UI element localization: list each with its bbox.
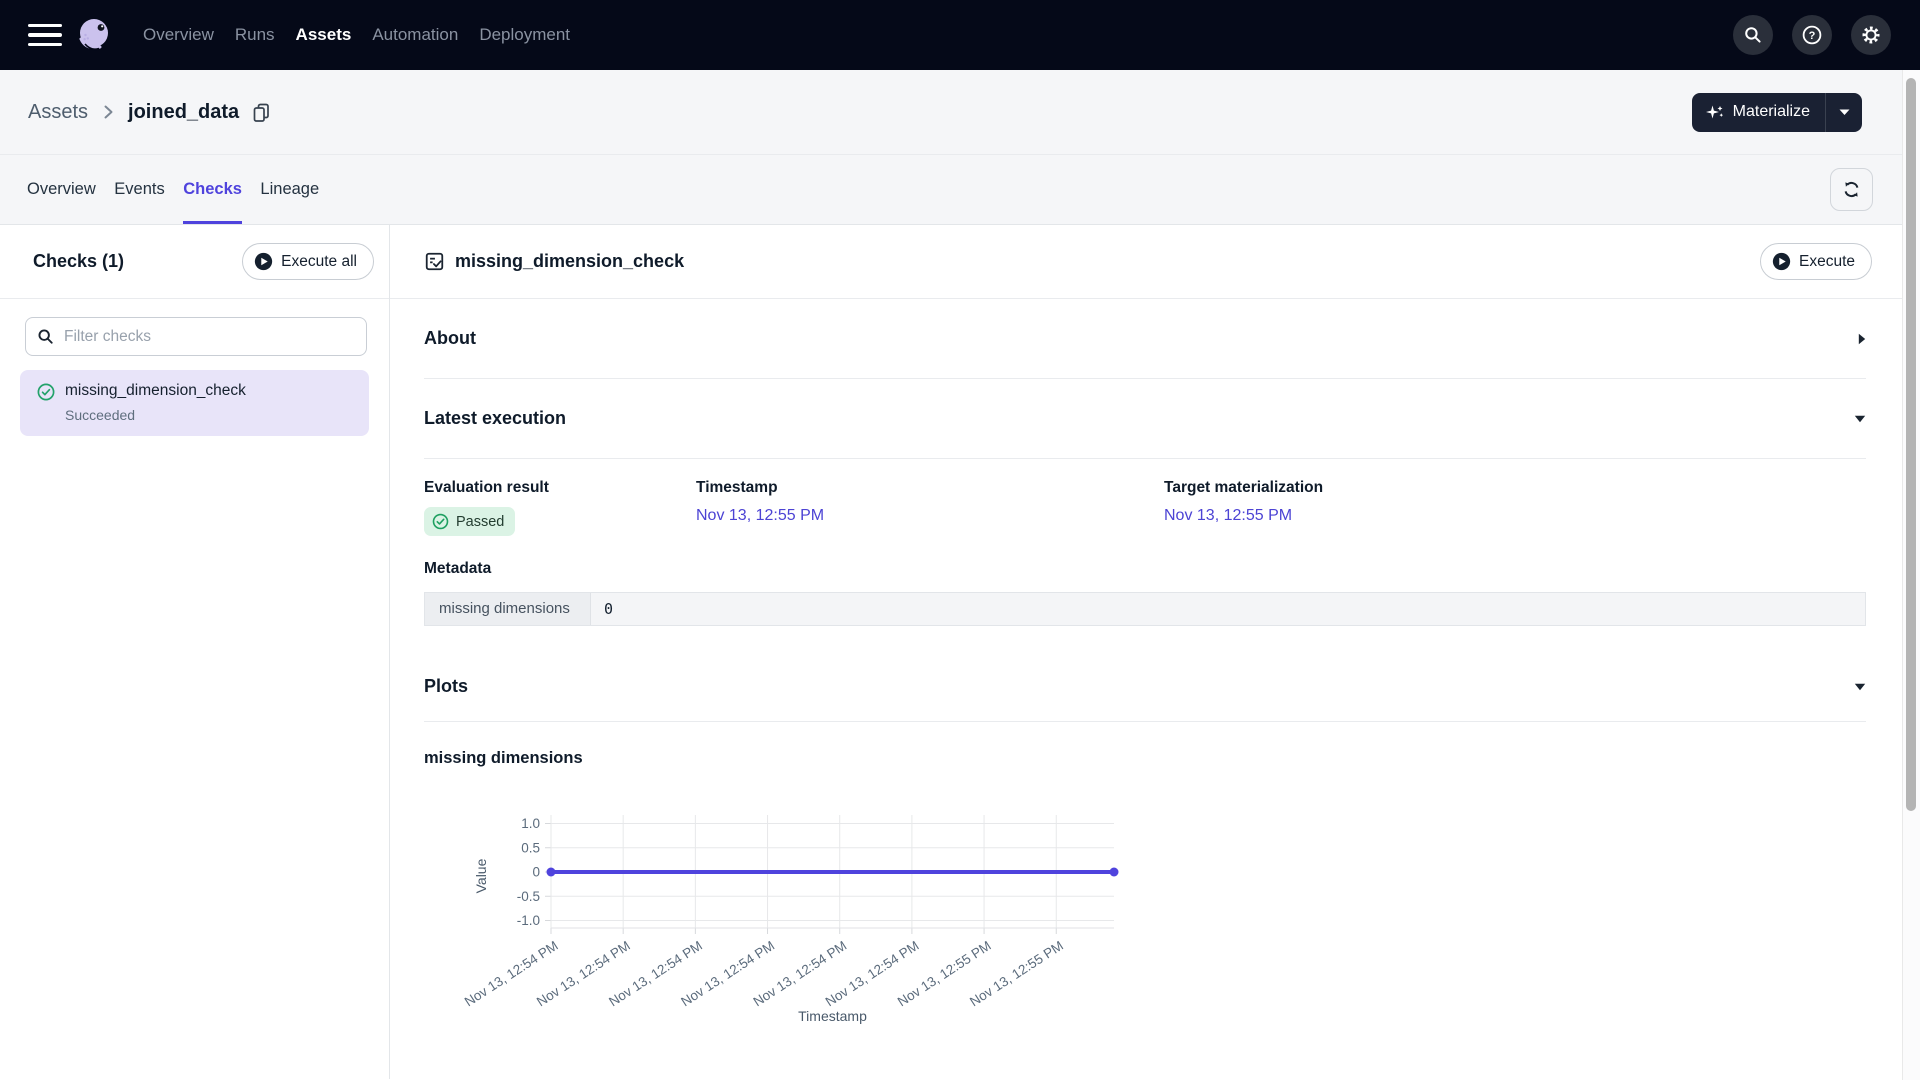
check-detail-content: About Latest execution Evaluation result (390, 299, 1902, 1042)
play-icon (254, 252, 273, 271)
svg-text:-1.0: -1.0 (517, 913, 540, 928)
timestamp-link[interactable]: Nov 13, 12:55 PM (696, 507, 824, 524)
check-list-item[interactable]: missing_dimension_check Succeeded (20, 370, 369, 436)
nav-item-assets[interactable]: Assets (296, 25, 352, 45)
metadata-table: missing dimensions 0 (424, 592, 1866, 626)
plot-title: missing dimensions (424, 749, 1866, 768)
dagster-logo-icon[interactable] (72, 13, 116, 57)
filter-checks (25, 317, 367, 356)
body: Checks (1) Execute all (0, 225, 1902, 1079)
execute-all-button[interactable]: Execute all (242, 243, 374, 280)
plot-svg: 1.00.50-0.5-1.0Nov 13, 12:54 PMNov 13, 1… (424, 804, 1169, 1042)
nav-actions: ? (1733, 15, 1891, 55)
settings-button[interactable] (1851, 15, 1891, 55)
chevron-right-icon (1858, 333, 1866, 345)
refresh-icon (1842, 180, 1861, 199)
evaluation-result-label: Evaluation result (424, 479, 696, 497)
check-circle-icon (432, 513, 449, 530)
asset-tabs: Overview Events Checks Lineage (27, 155, 319, 224)
search-icon (1743, 25, 1763, 45)
menu-icon[interactable] (28, 24, 62, 47)
filter-checks-input[interactable] (25, 317, 367, 356)
check-name-title: missing_dimension_check (455, 251, 684, 272)
copy-asset-name-button[interactable] (251, 102, 272, 123)
section-latest-execution[interactable]: Latest execution (424, 379, 1866, 459)
tab-events[interactable]: Events (114, 155, 164, 224)
tab-checks[interactable]: Checks (183, 155, 242, 224)
check-item-name: missing_dimension_check (65, 382, 246, 400)
checks-panel-header: Checks (1) Execute all (0, 225, 389, 299)
plots-title: Plots (424, 676, 468, 697)
nav-item-overview[interactable]: Overview (143, 25, 214, 45)
main-nav: Overview Runs Assets Automation Deployme… (143, 25, 570, 45)
sparkle-icon (1706, 104, 1724, 121)
svg-text:0.5: 0.5 (521, 840, 540, 855)
gear-icon (1860, 24, 1882, 46)
check-success-icon (37, 383, 55, 423)
metadata-value-cell: 0 (591, 593, 1865, 625)
breadcrumb-assets-link[interactable]: Assets (28, 101, 88, 124)
latest-execution-title: Latest execution (424, 408, 566, 429)
tab-overview[interactable]: Overview (27, 155, 96, 224)
app-window: Overview Runs Assets Automation Deployme… (0, 0, 1920, 1080)
target-materialization-label: Target materialization (1164, 479, 1323, 497)
nav-item-deployment[interactable]: Deployment (479, 25, 570, 45)
materialize-dropdown-button[interactable] (1826, 93, 1862, 132)
check-detail: missing_dimension_check Execute About La… (390, 225, 1902, 1079)
execute-all-label: Execute all (281, 253, 357, 271)
checks-sidebar: Checks (1) Execute all (0, 225, 390, 1079)
asset-check-icon (424, 251, 445, 272)
metadata-label: Metadata (424, 560, 1866, 578)
help-icon: ? (1801, 24, 1823, 46)
metadata-key-cell: missing dimensions (425, 593, 591, 625)
refresh-button[interactable] (1830, 168, 1873, 211)
page-scrollbar-track[interactable] (1902, 70, 1920, 1080)
latest-execution-body: Evaluation result Passed (424, 459, 1866, 652)
execute-label: Execute (1799, 253, 1855, 271)
section-about[interactable]: About (424, 299, 1866, 379)
copy-icon (251, 102, 272, 123)
svg-text:-0.5: -0.5 (517, 889, 540, 904)
svg-text:Value: Value (473, 858, 489, 893)
checks-count-title: Checks (1) (33, 251, 124, 272)
page-header: Assets joined_data Materialize (0, 70, 1920, 225)
breadcrumb: Assets joined_data Materialize (0, 70, 1920, 155)
breadcrumb-chevron-icon (97, 101, 119, 123)
play-icon (1772, 252, 1791, 271)
search-icon (37, 328, 54, 350)
execute-button[interactable]: Execute (1760, 243, 1872, 280)
svg-text:0: 0 (532, 865, 540, 880)
materialize-label: Materialize (1733, 103, 1810, 121)
materialize-split-button: Materialize (1692, 93, 1862, 132)
about-title: About (424, 328, 476, 349)
chevron-down-icon (1854, 415, 1866, 423)
page-title: joined_data (128, 101, 239, 124)
caret-down-icon (1839, 109, 1850, 116)
section-plots[interactable]: Plots (424, 652, 1866, 722)
check-detail-header: missing_dimension_check Execute (390, 225, 1902, 299)
tab-lineage[interactable]: Lineage (260, 155, 319, 224)
nav-item-runs[interactable]: Runs (235, 25, 275, 45)
search-button[interactable] (1733, 15, 1773, 55)
passed-badge: Passed (424, 507, 515, 536)
target-materialization-link[interactable]: Nov 13, 12:55 PM (1164, 507, 1292, 524)
timestamp-label: Timestamp (696, 479, 1164, 497)
svg-text:Timestamp: Timestamp (798, 1008, 867, 1024)
asset-tabs-row: Overview Events Checks Lineage (0, 155, 1920, 225)
help-button[interactable]: ? (1792, 15, 1832, 55)
nav-item-automation[interactable]: Automation (372, 25, 458, 45)
check-item-status: Succeeded (65, 407, 246, 423)
chevron-down-icon (1854, 683, 1866, 691)
page-scrollbar-thumb[interactable] (1906, 78, 1916, 811)
top-nav: Overview Runs Assets Automation Deployme… (0, 0, 1920, 70)
svg-text:?: ? (1809, 30, 1816, 42)
passed-badge-label: Passed (456, 514, 504, 530)
svg-text:1.0: 1.0 (521, 816, 540, 831)
materialize-button[interactable]: Materialize (1692, 93, 1825, 132)
